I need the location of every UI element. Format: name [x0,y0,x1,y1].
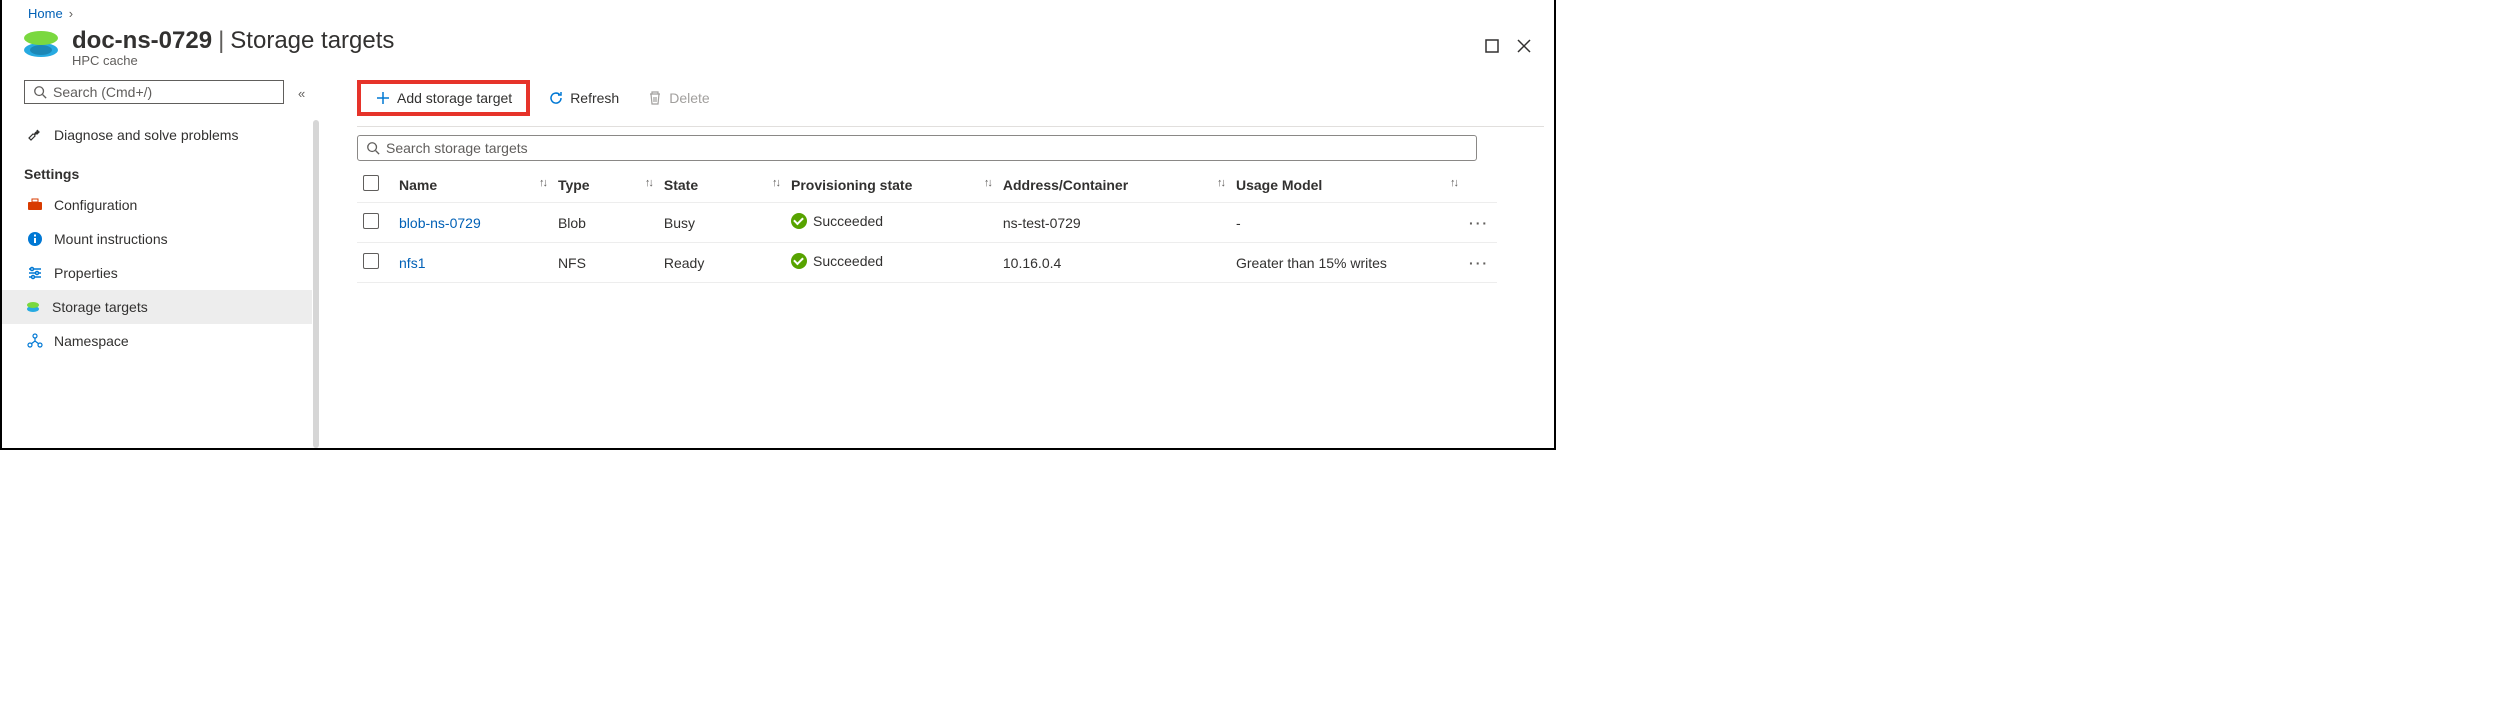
info-icon [26,230,44,248]
cell-addr: 10.16.0.4 [997,243,1230,283]
breadcrumb: Home › [2,0,1554,23]
col-name[interactable]: Name↑↓ [393,167,552,203]
sidebar-item-diagnose[interactable]: Diagnose and solve problems [24,118,302,152]
toolbar-btn-label: Delete [669,90,709,106]
refresh-icon [548,90,564,106]
resource-name: doc-ns-0729 [72,27,212,55]
sidebar-item-label: Properties [54,265,118,281]
page-title: doc-ns-0729 | Storage targets [72,27,1484,55]
properties-icon [26,264,44,282]
plus-icon [375,90,391,106]
target-name-link[interactable]: blob-ns-0729 [399,215,481,231]
resource-type: HPC cache [72,53,1484,68]
cell-usage: - [1230,203,1463,243]
sidebar-item-storage-targets[interactable]: Storage targets [2,290,312,324]
main-content: Add storage target Refresh Delete Search… [312,80,1554,448]
sidebar-item-configuration[interactable]: Configuration [24,188,302,222]
refresh-button[interactable]: Refresh [538,86,629,110]
success-icon [791,253,807,269]
success-icon [791,213,807,229]
sidebar-item-label: Diagnose and solve problems [54,127,238,143]
row-checkbox[interactable] [363,253,379,269]
table-row: blob-ns-0729 Blob Busy Succeeded ns-test… [357,203,1497,243]
add-storage-target-button[interactable]: Add storage target [365,86,522,110]
search-icon [366,141,380,155]
col-addr[interactable]: Address/Container↑↓ [997,167,1230,203]
col-state[interactable]: State↑↓ [658,167,785,203]
collapse-sidebar-button[interactable]: « [298,86,305,101]
pin-button[interactable] [1484,38,1500,57]
target-name-link[interactable]: nfs1 [399,255,425,271]
row-more-button[interactable]: ··· [1469,215,1489,231]
table-row: nfs1 NFS Ready Succeeded 10.16.0.4 Great… [357,243,1497,283]
sidebar-section-settings: Settings [24,152,302,188]
sidebar-item-label: Namespace [54,333,129,349]
col-prov[interactable]: Provisioning state↑↓ [785,167,997,203]
storage-targets-table: Name↑↓ Type↑↓ State↑↓ Provisioning state… [357,167,1497,283]
sidebar-search-placeholder: Search (Cmd+/) [53,84,152,100]
cell-prov: Succeeded [791,253,883,269]
cell-state: Ready [658,243,785,283]
sidebar-item-properties[interactable]: Properties [24,256,302,290]
namespace-icon [26,332,44,350]
sidebar-item-label: Storage targets [52,299,148,315]
cell-type: Blob [552,203,658,243]
toolbox-icon [26,196,44,214]
chevron-right-icon: › [69,6,73,21]
section-name: Storage targets [230,27,394,55]
delete-button: Delete [637,86,719,110]
hpc-cache-icon [24,31,58,65]
cell-prov: Succeeded [791,213,883,229]
row-more-button[interactable]: ··· [1469,255,1489,271]
toolbar-btn-label: Add storage target [397,90,512,106]
cell-usage: Greater than 15% writes [1230,243,1463,283]
sidebar-item-label: Configuration [54,197,137,213]
search-icon [33,85,47,99]
trash-icon [647,90,663,106]
cell-addr: ns-test-0729 [997,203,1230,243]
sidebar-scrollbar[interactable] [313,120,319,448]
row-checkbox[interactable] [363,213,379,229]
select-all-checkbox[interactable] [363,175,379,191]
page-header: doc-ns-0729 | Storage targets HPC cache [2,23,1554,80]
toolbar: Add storage target Refresh Delete [357,80,1544,126]
cell-state: Busy [658,203,785,243]
sidebar: Search (Cmd+/) « Diagnose and solve prob… [2,80,312,448]
col-usage[interactable]: Usage Model↑↓ [1230,167,1463,203]
sidebar-item-namespace[interactable]: Namespace [24,324,302,358]
col-type[interactable]: Type↑↓ [552,167,658,203]
sidebar-item-mount[interactable]: Mount instructions [24,222,302,256]
filter-placeholder: Search storage targets [386,140,528,156]
sidebar-item-label: Mount instructions [54,231,168,247]
wrench-icon [26,126,44,144]
storage-icon [24,298,42,316]
toolbar-btn-label: Refresh [570,90,619,106]
sidebar-search[interactable]: Search (Cmd+/) [24,80,284,104]
breadcrumb-home[interactable]: Home [28,6,63,21]
filter-input[interactable]: Search storage targets [357,135,1477,161]
close-button[interactable] [1516,38,1532,57]
cell-type: NFS [552,243,658,283]
